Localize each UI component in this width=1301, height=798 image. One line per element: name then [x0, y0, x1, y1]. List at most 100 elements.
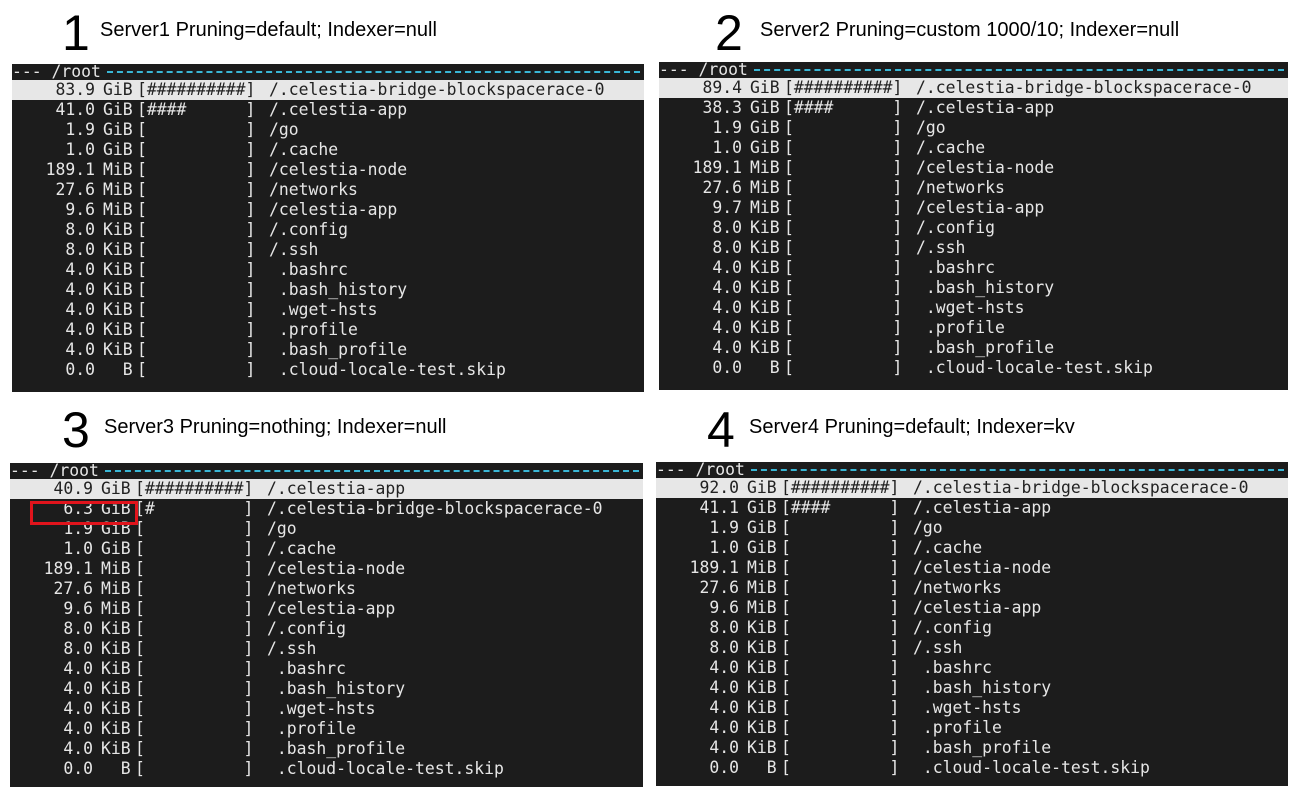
- file-list-row[interactable]: 4.0 KiB[ ] .bash_history: [12, 280, 644, 300]
- panel-title: Server4 Pruning=default; Indexer=kv: [749, 416, 1075, 438]
- file-list-row[interactable]: 4.0 KiB[ ] .wget-hsts: [659, 298, 1288, 318]
- file-list-row[interactable]: 38.3 GiB [#### ] /.celestia-app: [659, 98, 1288, 118]
- file-list-row[interactable]: 8.0 KiB[ ] /.config: [656, 618, 1288, 638]
- size-value: 4.0: [712, 278, 742, 297]
- file-list-row[interactable]: 4.0 KiB[ ] .bashrc: [659, 258, 1288, 278]
- size-unit: KiB: [103, 340, 133, 359]
- size-value: 0.0: [709, 758, 739, 777]
- file-list-row[interactable]: 4.0 KiB[ ] .bash_profile: [10, 739, 643, 759]
- file-list-row[interactable]: 1.0 GiB[ ] /.cache: [12, 140, 644, 160]
- item-path: /go: [913, 518, 943, 537]
- file-list-row[interactable]: 4.0 KiB[ ] .bash_profile: [12, 340, 644, 360]
- panel-number: 2: [715, 5, 743, 61]
- file-list-row[interactable]: 4.0 KiB[ ] .profile: [10, 719, 643, 739]
- file-list-row[interactable]: 92.0 GiB [##########] /.celestia-bridge-blo…: [656, 478, 1288, 498]
- file-list-row[interactable]: 4.0 KiB[ ] .bash_profile: [656, 738, 1288, 758]
- file-list-row[interactable]: 1.0 GiB[ ] /.cache: [656, 538, 1288, 558]
- file-list-row[interactable]: 40.9 GiB [##########] /.celestia-app: [10, 479, 643, 499]
- file-list-row[interactable]: 89.4 GiB [##########] /.celestia-bridge-blo…: [659, 78, 1288, 98]
- file-list-row[interactable]: 9.6 MiB[ ] /celestia-app: [656, 598, 1288, 618]
- size-unit: KiB: [747, 738, 777, 757]
- size-unit: KiB: [750, 238, 780, 257]
- item-path: /celestia-app: [269, 200, 398, 219]
- file-list-row[interactable]: 0.0 B[ ] .cloud-locale-test.skip: [12, 360, 644, 380]
- file-list-row[interactable]: 8.0 KiB[ ] /.ssh: [659, 238, 1288, 258]
- file-list-row[interactable]: 27.6 MiB[ ] /networks: [656, 578, 1288, 598]
- file-list-row[interactable]: 1.9 GiB[ ] /go: [656, 518, 1288, 538]
- item-path: /celestia-app: [913, 598, 1042, 617]
- file-list-row[interactable]: 4.0 KiB[ ] .bash_profile: [659, 338, 1288, 358]
- file-list-row[interactable]: 9.6 MiB[ ] /celestia-app: [10, 599, 643, 619]
- file-list-row[interactable]: 189.1 MiB[ ] /celestia-node: [656, 558, 1288, 578]
- file-list-row[interactable]: 4.0 KiB[ ] .profile: [656, 718, 1288, 738]
- item-path: .bashrc: [269, 260, 348, 279]
- usage-bar: [ ]: [784, 278, 903, 297]
- file-list-row[interactable]: 0.0 B[ ] .cloud-locale-test.skip: [659, 358, 1288, 378]
- file-list-row[interactable]: 4.0 KiB[ ] .profile: [659, 318, 1288, 338]
- usage-bar: [ ]: [784, 118, 903, 137]
- file-list-row[interactable]: 8.0 KiB[ ] /.config: [659, 218, 1288, 238]
- file-list-row[interactable]: 1.0 GiB[ ] /.cache: [659, 138, 1288, 158]
- file-list-row[interactable]: 189.1 MiB[ ] /celestia-node: [12, 160, 644, 180]
- usage-bar: [ ]: [781, 638, 900, 657]
- item-path: .profile: [916, 318, 1005, 337]
- file-list-row[interactable]: 4.0 KiB[ ] .bash_history: [10, 679, 643, 699]
- usage-bar: [##########]: [135, 479, 254, 498]
- file-list-row[interactable]: 4.0 KiB[ ] .wget-hsts: [12, 300, 644, 320]
- file-list-row[interactable]: 4.0 KiB[ ] .profile: [12, 320, 644, 340]
- size-value: 27.6: [55, 180, 95, 199]
- usage-bar: [ ]: [784, 298, 903, 317]
- file-list-row[interactable]: 41.1 GiB [#### ] /.celestia-app: [656, 498, 1288, 518]
- file-list-row[interactable]: 41.0 GiB [#### ] /.celestia-app: [12, 100, 644, 120]
- file-list-row[interactable]: 0.0 B[ ] .cloud-locale-test.skip: [10, 759, 643, 779]
- size-unit: KiB: [103, 260, 133, 279]
- size-value: 189.1: [689, 558, 739, 577]
- file-list-row[interactable]: 1.0 GiB[ ] /.cache: [10, 539, 643, 559]
- size-value: 4.0: [712, 318, 742, 337]
- size-value: 83.9: [55, 80, 95, 99]
- size-unit: MiB: [101, 599, 131, 618]
- usage-bar: [ ]: [137, 260, 256, 279]
- file-list-row[interactable]: 8.0 KiB[ ] /.ssh: [10, 639, 643, 659]
- file-list-row[interactable]: 4.0 KiB[ ] .bash_history: [656, 678, 1288, 698]
- file-list-row[interactable]: 9.6 MiB[ ] /celestia-app: [12, 200, 644, 220]
- item-path: .bash_history: [913, 678, 1052, 697]
- item-path: /.celestia-app: [267, 479, 406, 498]
- file-list-row[interactable]: 189.1 MiB[ ] /celestia-node: [659, 158, 1288, 178]
- file-list-row[interactable]: 27.6 MiB[ ] /networks: [10, 579, 643, 599]
- directory-header: --- /root: [10, 463, 643, 479]
- usage-bar: [ ]: [135, 539, 254, 558]
- file-list-row[interactable]: 8.0 KiB[ ] /.ssh: [656, 638, 1288, 658]
- file-list-row[interactable]: 4.0 KiB[ ] .bashrc: [656, 658, 1288, 678]
- usage-bar: [ ]: [137, 320, 256, 339]
- size-unit: KiB: [750, 338, 780, 357]
- file-list-row[interactable]: 8.0 KiB[ ] /.ssh: [12, 240, 644, 260]
- file-list-row[interactable]: 4.0 KiB[ ] .bash_history: [659, 278, 1288, 298]
- file-list-row[interactable]: 27.6 MiB[ ] /networks: [659, 178, 1288, 198]
- file-list-row[interactable]: 4.0 KiB[ ] .wget-hsts: [656, 698, 1288, 718]
- directory-header: --- /root: [12, 64, 644, 80]
- file-list-row[interactable]: 4.0 KiB[ ] .wget-hsts: [10, 699, 643, 719]
- size-unit: KiB: [101, 719, 131, 738]
- file-list-row[interactable]: 8.0 KiB[ ] /.config: [10, 619, 643, 639]
- item-path: .bashrc: [913, 658, 992, 677]
- file-list-row[interactable]: 83.9 GiB [##########] /.celestia-bridge-blo…: [12, 80, 644, 100]
- file-list-row[interactable]: 189.1 MiB[ ] /celestia-node: [10, 559, 643, 579]
- file-list-row[interactable]: 1.9 GiB[ ] /go: [659, 118, 1288, 138]
- file-list-row[interactable]: 0.0 B[ ] .cloud-locale-test.skip: [656, 758, 1288, 778]
- usage-bar: [ ]: [781, 758, 900, 777]
- usage-bar: [ ]: [784, 318, 903, 337]
- size-value: 4.0: [65, 300, 95, 319]
- usage-bar: [ ]: [137, 120, 256, 139]
- file-list-row[interactable]: 1.9 GiB[ ] /go: [12, 120, 644, 140]
- file-list-row[interactable]: 27.6 MiB[ ] /networks: [12, 180, 644, 200]
- panel-2-heading: 2 Server2 Pruning=custom 1000/10; Indexe…: [715, 6, 1275, 60]
- file-list-row[interactable]: 9.7 MiB[ ] /celestia-app: [659, 198, 1288, 218]
- usage-bar: [ ]: [137, 160, 256, 179]
- size-unit: MiB: [101, 559, 131, 578]
- file-list-row[interactable]: 4.0 KiB[ ] .bashrc: [10, 659, 643, 679]
- file-list-row[interactable]: 8.0 KiB[ ] /.config: [12, 220, 644, 240]
- size-unit: GiB: [103, 80, 133, 99]
- file-list-row[interactable]: 4.0 KiB[ ] .bashrc: [12, 260, 644, 280]
- usage-bar: [ ]: [135, 679, 254, 698]
